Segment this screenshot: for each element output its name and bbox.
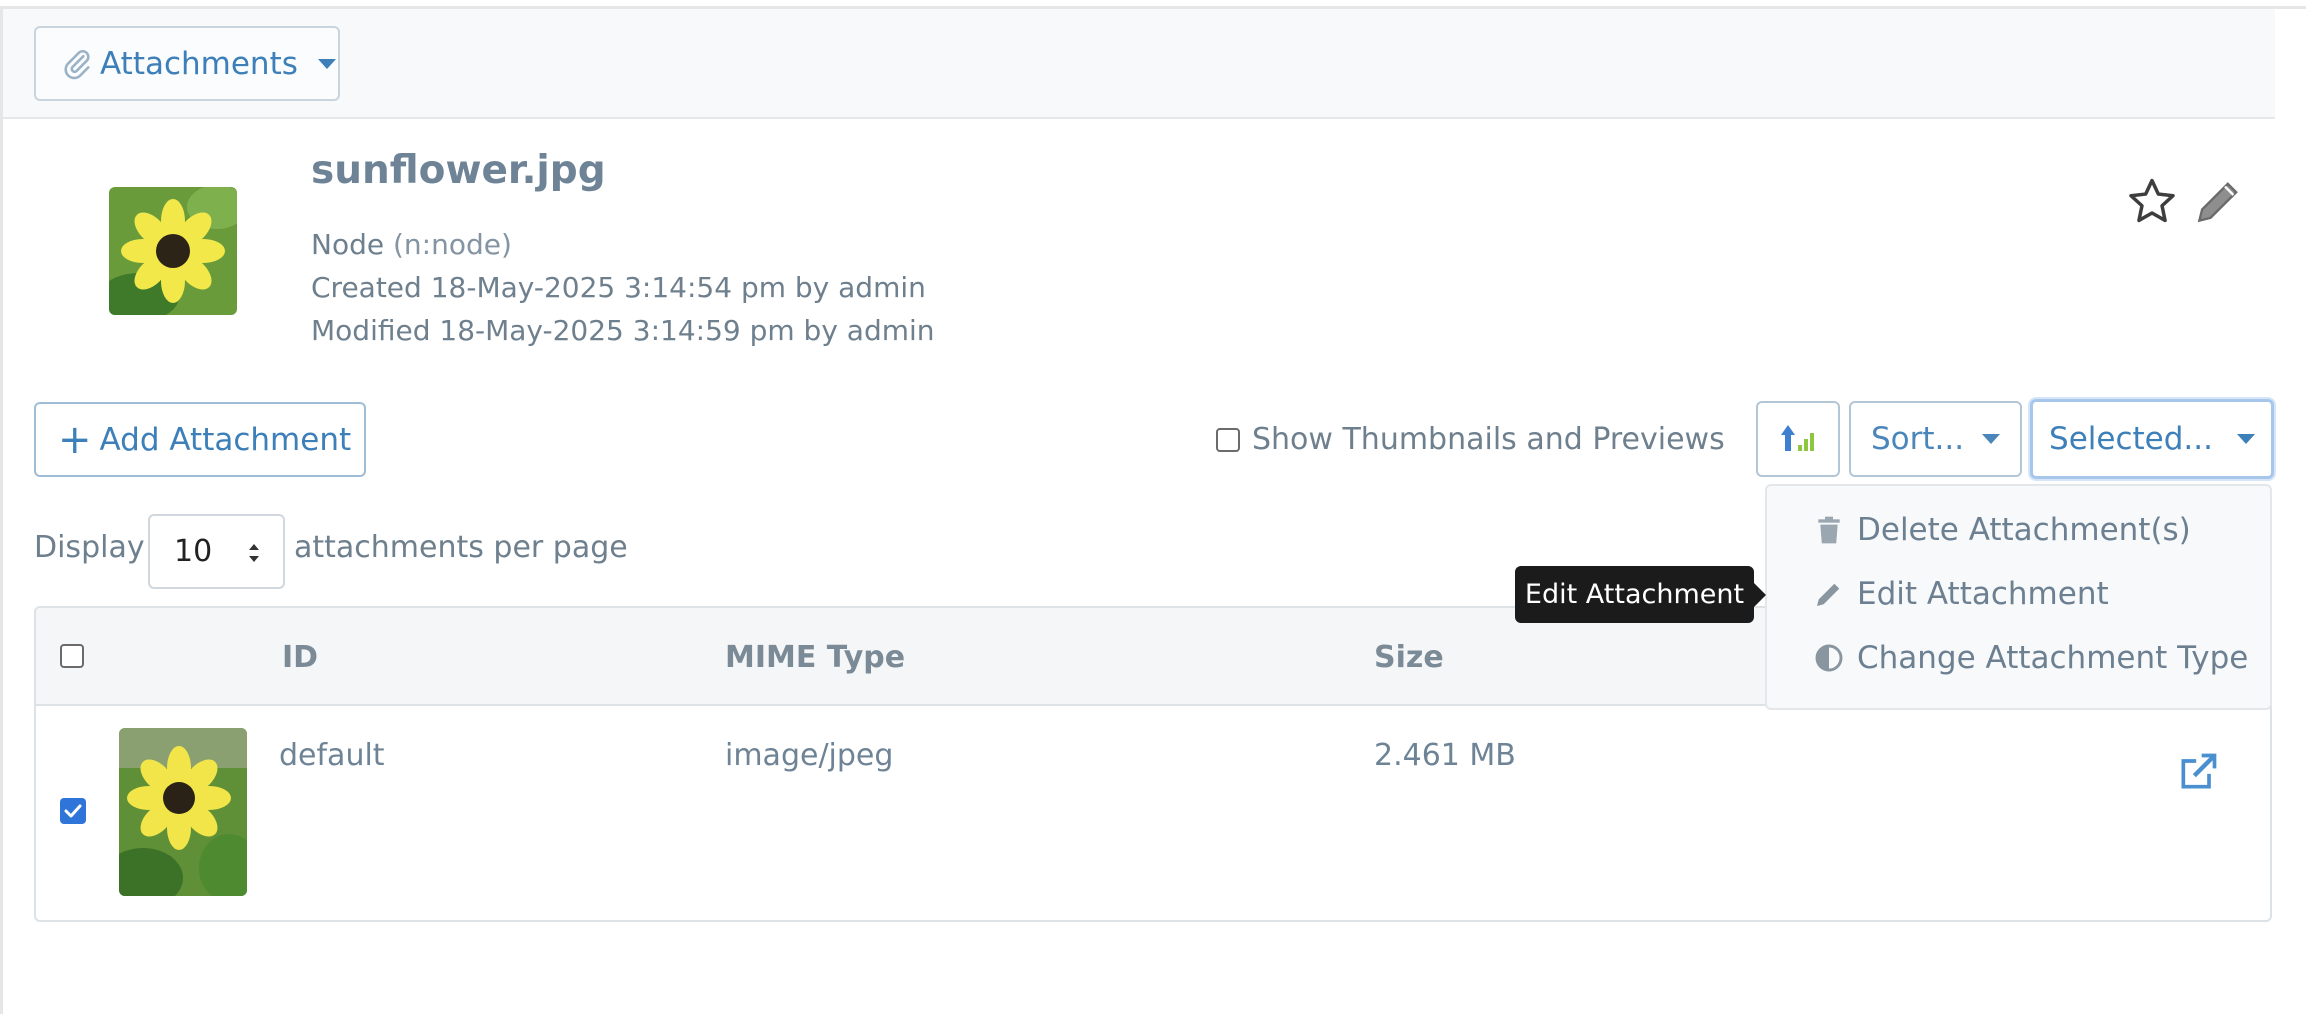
per-page-select[interactable]: 10 (148, 514, 285, 589)
selected-dropdown-button[interactable]: Selected... (2030, 399, 2274, 479)
select-all-checkbox[interactable] (60, 644, 84, 668)
selected-label: Selected... (2049, 421, 2213, 457)
menu-item-edit-attachment[interactable]: Edit Attachment (1813, 576, 2109, 612)
chevron-down-icon (317, 58, 336, 69)
display-label: Display (34, 530, 145, 565)
header-strip (3, 9, 2275, 119)
tooltip: Edit Attachment (1515, 566, 1754, 623)
attachments-dropdown-button[interactable]: Attachments (34, 26, 340, 101)
row-mime-type: image/jpeg (725, 738, 894, 773)
node-thumbnail (109, 187, 237, 315)
per-page-value: 10 (174, 534, 213, 569)
half-circle-icon (1815, 644, 1843, 672)
tooltip-arrow (1753, 582, 1766, 608)
show-thumbnails-checkbox[interactable] (1216, 427, 1240, 452)
menu-item-delete-attachments[interactable]: Delete Attachment(s) (1813, 512, 2191, 548)
select-arrows-icon (249, 544, 259, 562)
paperclip-icon (64, 49, 90, 79)
trash-icon (1818, 516, 1840, 544)
chevron-down-icon (2236, 434, 2255, 444)
chevron-down-icon (1982, 434, 2001, 444)
selected-dropdown-menu: Delete Attachment(s) Edit Attachment Cha… (1765, 484, 2272, 710)
column-id: ID (282, 640, 319, 675)
check-icon (64, 804, 82, 818)
sort-direction-button[interactable] (1756, 401, 1840, 477)
sort-ascending-icon (1781, 425, 1814, 451)
menu-item-label: Change Attachment Type (1857, 640, 2249, 676)
row-size: 2.461 MB (1374, 738, 1516, 773)
external-link-icon[interactable] (2176, 750, 2220, 794)
attachments-button-label: Attachments (100, 45, 298, 82)
sort-label: Sort... (1870, 421, 1965, 457)
column-size: Size (1374, 640, 1444, 675)
node-created: Created 18-May-2025 3:14:54 pm by admin (311, 271, 926, 304)
column-mime-type: MIME Type (725, 640, 906, 675)
add-attachment-label: Add Attachment (99, 421, 352, 458)
add-attachment-button[interactable]: + Add Attachment (34, 402, 366, 477)
menu-item-label: Delete Attachment(s) (1857, 512, 2191, 548)
menu-item-label: Edit Attachment (1857, 576, 2109, 612)
show-thumbnails-label: Show Thumbnails and Previews (1252, 422, 1725, 457)
node-title: sunflower.jpg (311, 148, 606, 193)
node-type: Node (n:node) (311, 228, 512, 261)
per-page-label: attachments per page (294, 530, 628, 565)
menu-item-change-attachment-type[interactable]: Change Attachment Type (1813, 640, 2248, 676)
row-select-checkbox[interactable] (60, 798, 86, 824)
row-thumbnail[interactable] (119, 728, 247, 896)
show-thumbnails-toggle[interactable]: Show Thumbnails and Previews (1216, 422, 1725, 457)
pencil-icon (1817, 583, 1840, 606)
node-type-id: (n:node) (392, 228, 512, 261)
node-modified: Modified 18-May-2025 3:14:59 pm by admin (311, 314, 935, 347)
pencil-icon[interactable] (2190, 174, 2246, 230)
star-icon[interactable] (2124, 174, 2180, 230)
sort-dropdown-button[interactable]: Sort... (1849, 401, 2022, 477)
node-type-label: Node (311, 228, 385, 261)
plus-icon: + (58, 416, 92, 463)
row-id[interactable]: default (279, 738, 385, 773)
